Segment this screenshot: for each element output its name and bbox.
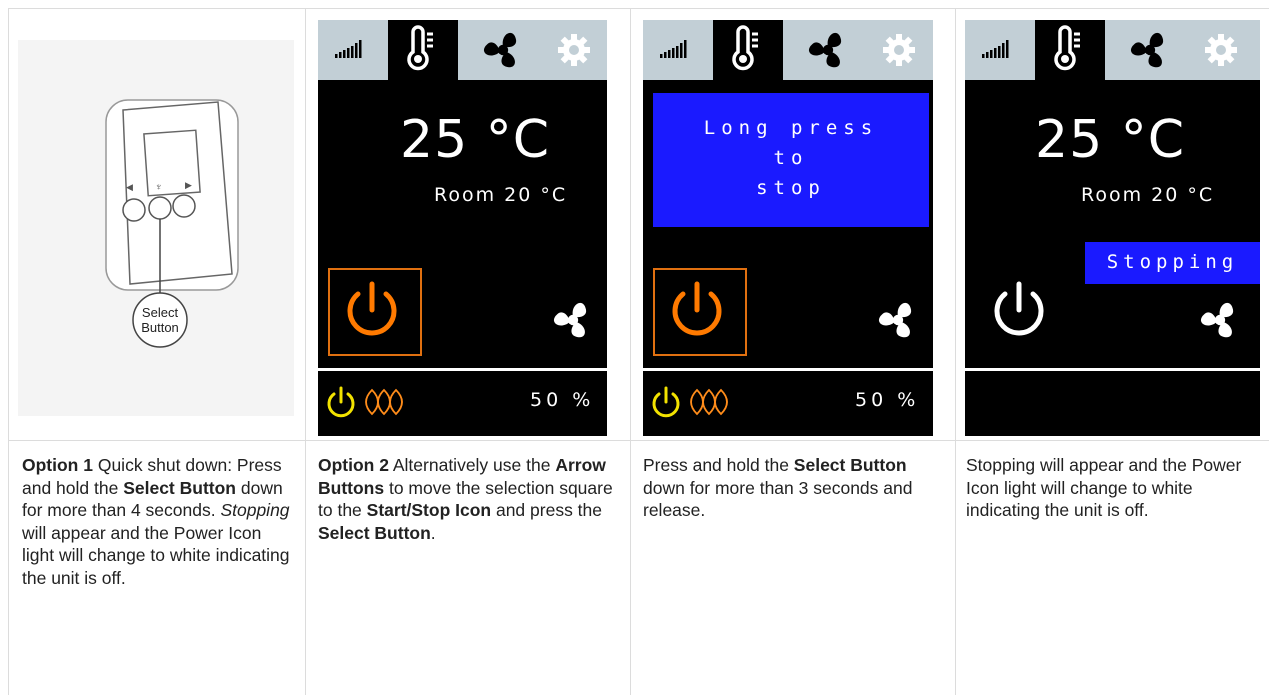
thermometer-icon (1054, 25, 1082, 71)
fan-icon[interactable] (803, 25, 853, 75)
screen-stopping: 25 °C Room 20 °C Stopping (965, 20, 1260, 436)
signal-icon (660, 40, 687, 58)
screen-option2: 25 °C Room 20 °C 50 % (318, 20, 607, 436)
power-status-icon (327, 386, 355, 418)
fan-icon[interactable] (478, 25, 528, 75)
status-bar: 50 % (643, 368, 933, 436)
svg-text:▶: ▶ (185, 180, 192, 190)
message-line-1: Long press (703, 117, 879, 139)
caption-stopping: Stopping will appear and the Power Icon … (966, 454, 1261, 522)
caption-italic: Stopping (220, 500, 290, 520)
message-line-2: to (773, 147, 809, 169)
caption-text: and press the (491, 500, 603, 520)
table-border-top (8, 8, 1269, 9)
caption-text: . (430, 522, 436, 543)
power-icon[interactable] (987, 278, 1051, 342)
gear-icon[interactable] (879, 30, 919, 70)
table-col-divider (305, 8, 306, 695)
caption-bold: Select Button (793, 455, 907, 475)
fan-icon[interactable] (1125, 25, 1175, 75)
gear-icon[interactable] (554, 30, 594, 70)
long-press-message: Long press to stop (653, 93, 929, 227)
tab-bar (318, 20, 607, 80)
gear-icon[interactable] (1201, 30, 1241, 70)
table-col-divider (955, 8, 956, 695)
caption-long-press: Press and hold the Select Button down fo… (643, 454, 938, 522)
screen-long-press: Long press to stop 50 % (643, 20, 933, 436)
callout-line-1: Select (141, 305, 179, 320)
caption-text: Alternatively use the (388, 455, 556, 475)
caption-text: down for more than 3 seconds and release… (643, 477, 913, 521)
fan-mode-icon (1198, 302, 1236, 340)
caption-option2: Option 2 Alternatively use the Arrow But… (318, 454, 613, 544)
select-button-callout: Select Button (133, 305, 187, 335)
thermometer-icon (732, 25, 760, 71)
svg-text:♆: ♆ (155, 182, 163, 193)
svg-text:◀: ◀ (126, 182, 133, 192)
tab-bar (965, 20, 1260, 80)
tab-temperature[interactable] (1035, 20, 1105, 80)
power-icon[interactable] (340, 278, 404, 342)
device-illustration: ◀ ▶ ♆ Select Button (18, 40, 294, 416)
tab-temperature[interactable] (388, 20, 458, 80)
thermometer-icon (407, 25, 435, 71)
caption-bold: Option 2 (318, 455, 389, 475)
fan-mode-icon (876, 302, 914, 340)
heat-icon (690, 389, 728, 415)
heat-icon (365, 389, 403, 415)
power-icon[interactable] (665, 278, 729, 342)
caption-bold: Select Button (318, 522, 431, 543)
caption-bold: Option 1 (22, 455, 93, 475)
caption-text: Stopping will appear and the Power Icon … (966, 455, 1242, 520)
tab-temperature[interactable] (713, 20, 783, 80)
fan-percent: 50 % (855, 389, 920, 411)
caption-text: Press and hold the (643, 455, 794, 475)
stopping-status: Stopping (1085, 242, 1260, 284)
table-col-divider (630, 8, 631, 695)
caption-bold: Select Button (123, 477, 236, 498)
table-row-divider (8, 440, 1269, 441)
callout-line-2: Button (141, 320, 179, 335)
room-temperature: Room 20 °C (434, 184, 568, 206)
caption-option1: Option 1 Quick shut down: Press and hold… (22, 454, 294, 589)
fan-percent: 50 % (530, 389, 595, 411)
message-line-3: stop (756, 177, 826, 199)
tab-bar (643, 20, 933, 80)
fan-mode-icon (551, 302, 589, 340)
status-bar: 50 % (318, 368, 607, 436)
caption-bold: Start/Stop Icon (366, 500, 492, 520)
set-temperature: 25 °C (1035, 110, 1186, 170)
status-bar (965, 368, 1260, 436)
set-temperature: 25 °C (400, 110, 551, 170)
table-border-left (8, 8, 9, 695)
power-status-icon (652, 386, 680, 418)
room-temperature: Room 20 °C (1081, 184, 1215, 206)
caption-text: will appear and the Power Icon light wil… (22, 522, 290, 588)
signal-icon (335, 40, 362, 58)
signal-icon (982, 40, 1009, 58)
